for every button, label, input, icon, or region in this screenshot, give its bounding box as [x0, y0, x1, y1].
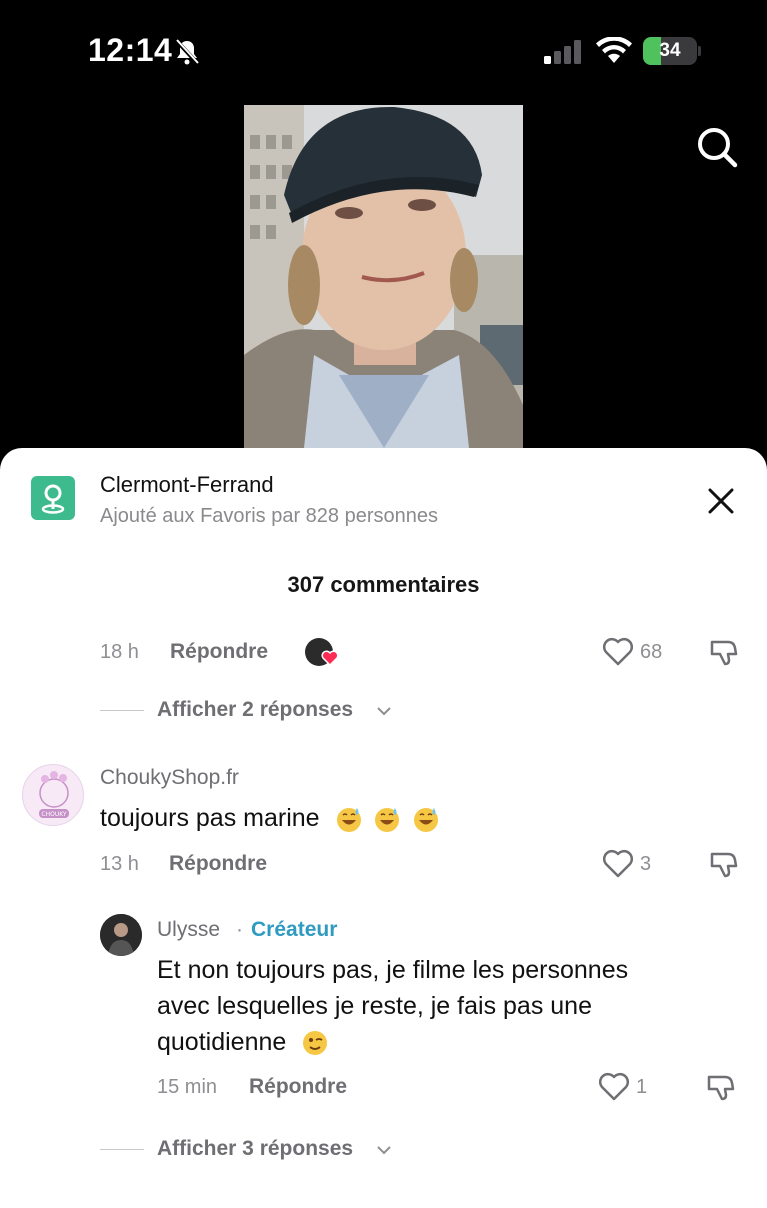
heart-badge-icon: [321, 650, 339, 666]
thumbs-down-icon[interactable]: [708, 848, 740, 880]
bell-muted-icon: [174, 38, 200, 66]
like-count: 3: [640, 853, 652, 875]
thumbs-down-icon[interactable]: [708, 636, 740, 668]
show-replies-button[interactable]: Afficher 2 réponses: [157, 698, 353, 722]
video-person-image: [244, 105, 523, 448]
reply-username[interactable]: Ulysse: [157, 918, 220, 942]
avatar[interactable]: CHOUKY: [22, 764, 84, 826]
place-favorites-count: Ajouté aux Favoris par 828 personnes: [100, 505, 438, 527]
reply-text-line-3-content: quotidienne: [157, 1028, 287, 1056]
creator-avatar[interactable]: [100, 914, 142, 956]
search-icon[interactable]: [696, 126, 738, 168]
comment-text: toujours pas marine: [100, 800, 440, 836]
reply-button[interactable]: Répondre: [169, 852, 267, 876]
chevron-down-icon: [377, 1146, 391, 1155]
reply-text-line-1: Et non toujours pas, je filme les person…: [157, 956, 629, 984]
battery-indicator: 34: [643, 37, 701, 65]
video-area[interactable]: [0, 100, 767, 460]
location-pin-icon[interactable]: [31, 476, 75, 520]
reply-text-line-3: quotidienne: [157, 1024, 329, 1060]
divider-line: [100, 710, 144, 711]
sweat-smile-emoji-icon: [414, 808, 439, 833]
like-count: 68: [640, 641, 663, 663]
creator-badge: Créateur: [251, 918, 338, 941]
comments-sheet: Clermont-Ferrand Ajouté aux Favoris par …: [0, 448, 767, 1208]
heart-icon[interactable]: [602, 849, 634, 879]
like-count: 1: [636, 1076, 648, 1098]
reply-time: 15 min: [157, 1076, 218, 1098]
avatar-logo-text: CHOUKY: [41, 811, 67, 818]
wifi-icon: [596, 37, 632, 63]
separator-dot: ·: [236, 918, 243, 941]
comment-time: 13 h: [100, 853, 139, 875]
divider-line: [100, 1149, 144, 1150]
comment-time: 18 h: [100, 641, 139, 663]
video-thumbnail[interactable]: [244, 105, 523, 448]
place-name[interactable]: Clermont-Ferrand: [100, 472, 274, 498]
comment-username[interactable]: ChoukyShop.fr: [100, 766, 239, 790]
sweat-smile-emoji-icon: [336, 808, 361, 833]
heart-icon[interactable]: [602, 637, 634, 667]
chevron-down-icon: [377, 707, 391, 716]
close-icon[interactable]: [706, 486, 736, 516]
sweat-smile-emoji-icon: [375, 808, 400, 833]
show-replies-button[interactable]: Afficher 3 réponses: [157, 1137, 353, 1161]
cellular-signal-icon: [544, 40, 581, 64]
thumbs-down-icon[interactable]: [705, 1071, 737, 1103]
reply-text-line-2: avec lesquelles je reste, je fais pas un…: [157, 992, 592, 1020]
status-time: 12:14: [88, 32, 173, 68]
status-bar: 12:14 34: [0, 0, 767, 100]
battery-percent: 34: [659, 40, 681, 61]
heart-icon[interactable]: [598, 1072, 630, 1102]
wink-emoji-icon: [303, 1031, 328, 1056]
comments-count-header: 307 commentaires: [287, 572, 480, 597]
reply-button[interactable]: Répondre: [170, 640, 268, 664]
reply-button[interactable]: Répondre: [249, 1075, 347, 1099]
comment-text-content: toujours pas marine: [100, 804, 320, 832]
